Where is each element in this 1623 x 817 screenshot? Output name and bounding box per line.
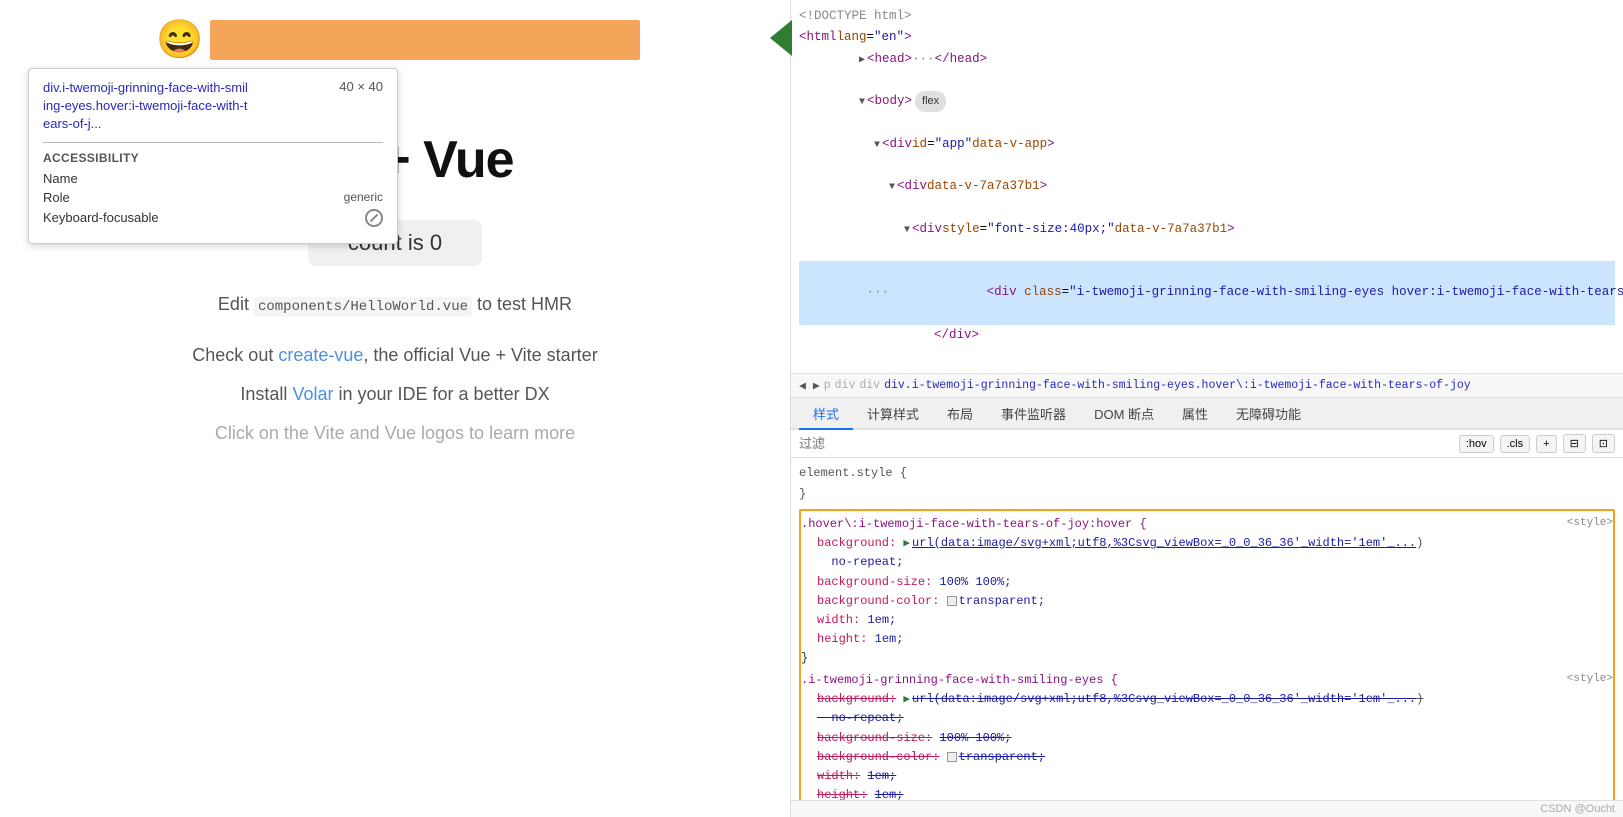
orange-bar <box>210 20 640 60</box>
element-style-rule: element.style { } <box>799 464 1615 504</box>
html-tree: <!DOCTYPE html> <html lang="en"> ▶ <head… <box>791 0 1623 374</box>
html-line-div-vue[interactable]: ▼ <div data-v-7a7a37b1> <box>799 176 1615 219</box>
inspector-name-row: Name <box>43 171 383 186</box>
filter-actions: :hov .cls + ⊟ ⊡ <box>1459 434 1615 453</box>
smiling-prop-no-repeat: no-repeat; <box>817 709 1613 728</box>
hover-prop-no-repeat: no-repeat; <box>817 553 1613 572</box>
tab-styles[interactable]: 样式 <box>799 398 853 430</box>
html-line-doctype: <!DOCTYPE html> <box>799 6 1615 27</box>
tab-computed[interactable]: 计算样式 <box>853 398 933 430</box>
breadcrumb-item-div[interactable]: div.i-twemoji-grinning-face-with-smiling… <box>884 379 1471 392</box>
filter-hov-button[interactable]: :hov <box>1459 435 1494 453</box>
tab-layout[interactable]: 布局 <box>933 398 987 430</box>
tabs-bar: 样式 计算样式 布局 事件监听器 DOM 断点 属性 无障碍功能 <box>791 398 1623 430</box>
inspector-selector: div.i-twemoji-grinning-face-with-smil in… <box>43 79 383 134</box>
html-line-div-close: </div> <box>799 325 1615 368</box>
edit-text: Edit components/HelloWorld.vue to test H… <box>218 294 572 315</box>
inspector-role-row: Role generic <box>43 190 383 205</box>
css-panel: element.style { } .hover\:i-twemoji-face… <box>791 458 1623 800</box>
smiling-prop-height: height: 1em; <box>817 786 1613 800</box>
tab-dom-breakpoints[interactable]: DOM 断点 <box>1080 398 1168 430</box>
filter-add-button[interactable]: + <box>1536 435 1556 453</box>
tab-accessibility[interactable]: 无障碍功能 <box>1222 398 1315 430</box>
smiling-eyes-rule: .i-twemoji-grinning-face-with-smiling-ey… <box>801 671 1613 800</box>
hover-rule: .hover\:i-twemoji-face-with-tears-of-joy… <box>801 515 1613 669</box>
breadcrumb-sep1: p <box>824 379 831 392</box>
element-style-close: } <box>799 485 1615 504</box>
check-text: Check out create-vue, the official Vue +… <box>192 345 597 366</box>
highlighted-css-rules: .hover\:i-twemoji-face-with-tears-of-joy… <box>799 509 1615 800</box>
breadcrumb-sep2: div <box>835 379 856 392</box>
top-bar: 😄 <box>150 10 640 70</box>
html-line-selected[interactable]: ··· <div class="i-twemoji-grinning-face-… <box>799 261 1615 325</box>
create-vue-link[interactable]: create-vue <box>278 345 363 365</box>
breadcrumb-sep3: div <box>859 379 880 392</box>
hover-rule-close: } <box>801 649 1613 668</box>
inspector-size: 40 × 40 <box>339 79 383 94</box>
hover-prop-height: height: 1em; <box>817 630 1613 649</box>
inspector-keyboard-row: Keyboard-focusable <box>43 209 383 227</box>
hover-prop-background: background: ▶url(data:image/svg+xml;utf8… <box>817 534 1613 554</box>
hover-prop-bg-size: background-size: 100% 100%; <box>817 573 1613 592</box>
smiling-prop-width: width: 1em; <box>817 767 1613 786</box>
green-triangle-icon <box>770 20 792 56</box>
edit-code: components/HelloWorld.vue <box>254 297 472 317</box>
smiling-prop-background: background: ▶url(data:image/svg+xml;utf8… <box>817 690 1613 710</box>
hover-rule-selector: .hover\:i-twemoji-face-with-tears-of-joy… <box>801 515 1613 534</box>
html-line-html: <html lang="en"> <box>799 27 1615 48</box>
element-style-open: element.style { <box>799 464 1615 483</box>
breadcrumb: ◀ ▶ p div div div.i-twemoji-grinning-fac… <box>791 374 1623 398</box>
watermark: CSDN @Oucht <box>791 800 1623 817</box>
inspector-popup: div.i-twemoji-grinning-face-with-smil in… <box>28 68 398 244</box>
keyboard-label: Keyboard-focusable <box>43 210 159 225</box>
left-panel: 😄 div.i-twemoji-grinning-face-with-smil … <box>0 0 790 817</box>
name-label: Name <box>43 171 78 186</box>
hover-prop-bg-color: background-color: transparent; <box>817 592 1613 611</box>
filter-cls-button[interactable]: .cls <box>1500 435 1531 453</box>
html-line-body[interactable]: ▼ <body> flex <box>799 91 1615 134</box>
html-line-div-style[interactable]: ▼ <div style="font-size:40px;" data-v-7a… <box>799 219 1615 262</box>
emoji-icon[interactable]: 😄 <box>150 10 210 70</box>
html-line-div-app[interactable]: ▼ <div id="app" data-v-app> <box>799 134 1615 177</box>
breadcrumb-nav[interactable]: ◀ ▶ <box>799 378 820 393</box>
install-text: Install Volar in your IDE for a better D… <box>240 384 549 405</box>
smiling-prop-bg-size: background-size: 100% 100%; <box>817 729 1613 748</box>
devtools-panel: <!DOCTYPE html> <html lang="en"> ▶ <head… <box>790 0 1623 817</box>
tab-properties[interactable]: 属性 <box>1168 398 1222 430</box>
hover-prop-width: width: 1em; <box>817 611 1613 630</box>
volar-link[interactable]: Volar <box>292 384 333 404</box>
filter-bar: :hov .cls + ⊟ ⊡ <box>791 430 1623 458</box>
no-entry-icon <box>365 209 383 227</box>
smiling-prop-bg-color: background-color: transparent; <box>817 748 1613 767</box>
filter-expand-button[interactable]: ⊡ <box>1592 434 1615 453</box>
role-value: generic <box>344 190 383 204</box>
accessibility-section-title: ACCESSIBILITY <box>43 151 383 165</box>
smiling-eyes-selector: .i-twemoji-grinning-face-with-smiling-ey… <box>801 671 1613 690</box>
click-hint-text: Click on the Vite and Vue logos to learn… <box>215 423 575 444</box>
role-label: Role <box>43 190 70 205</box>
filter-minus-button[interactable]: ⊟ <box>1563 434 1586 453</box>
filter-input[interactable] <box>799 436 1451 451</box>
html-line-head[interactable]: ▶ <head> ··· </head> <box>799 49 1615 92</box>
tab-events[interactable]: 事件监听器 <box>987 398 1080 430</box>
